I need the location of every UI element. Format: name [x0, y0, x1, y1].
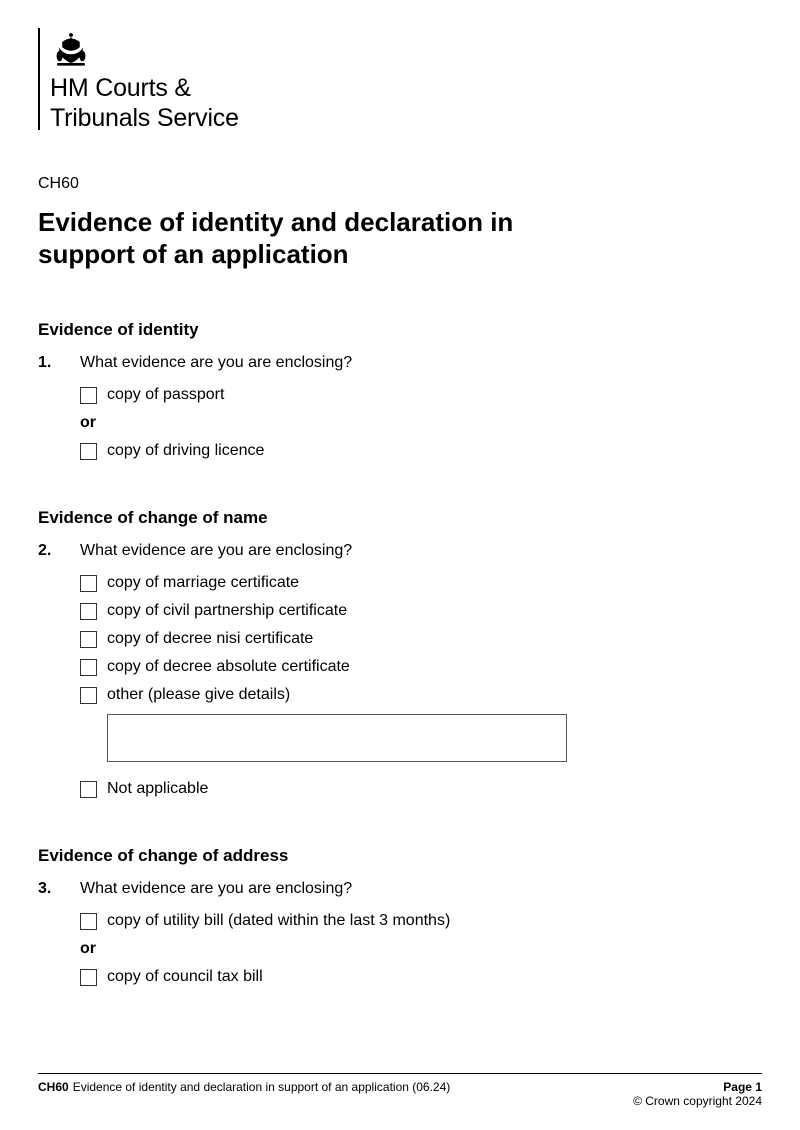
label-passport: copy of passport	[107, 386, 224, 404]
label-driving-licence: copy of driving licence	[107, 442, 264, 460]
label-not-applicable: Not applicable	[107, 780, 208, 798]
checkbox-decree-absolute-cert[interactable]	[80, 659, 97, 676]
question-text-3: What evidence are you are enclosing?	[80, 880, 352, 898]
or-separator-1: or	[80, 414, 762, 432]
other-details-input[interactable]	[107, 714, 567, 762]
checkbox-not-applicable[interactable]	[80, 781, 97, 798]
checkbox-passport[interactable]	[80, 387, 97, 404]
label-decree-absolute-cert: copy of decree absolute certificate	[107, 658, 350, 676]
checkbox-other[interactable]	[80, 687, 97, 704]
or-separator-3: or	[80, 940, 762, 958]
section-heading-identity: Evidence of identity	[38, 320, 762, 340]
question-text-2: What evidence are you are enclosing?	[80, 542, 352, 560]
question-text-1: What evidence are you are enclosing?	[80, 354, 352, 372]
label-council-tax-bill: copy of council tax bill	[107, 968, 263, 986]
footer-form-code: CH60	[38, 1080, 69, 1108]
page-footer: CH60 Evidence of identity and declaratio…	[38, 1073, 762, 1108]
checkbox-council-tax-bill[interactable]	[80, 969, 97, 986]
page-title: Evidence of identity and declaration in …	[38, 207, 598, 270]
royal-crest-icon	[50, 28, 92, 70]
label-civil-partnership-cert: copy of civil partnership certificate	[107, 602, 347, 620]
org-logo-header: HM Courts & Tribunals Service	[38, 28, 762, 133]
org-name-line1: HM Courts &	[50, 74, 239, 104]
checkbox-civil-partnership-cert[interactable]	[80, 603, 97, 620]
checkbox-utility-bill[interactable]	[80, 913, 97, 930]
logo-vertical-bar	[38, 28, 40, 130]
checkbox-driving-licence[interactable]	[80, 443, 97, 460]
section-heading-address-change: Evidence of change of address	[38, 846, 762, 866]
label-decree-nisi-cert: copy of decree nisi certificate	[107, 630, 313, 648]
question-number-2: 2.	[38, 542, 80, 560]
footer-page-number: Page 1	[633, 1080, 762, 1094]
form-code: CH60	[38, 175, 762, 193]
question-number-1: 1.	[38, 354, 80, 372]
checkbox-decree-nisi-cert[interactable]	[80, 631, 97, 648]
section-heading-name-change: Evidence of change of name	[38, 508, 762, 528]
label-other: other (please give details)	[107, 686, 290, 704]
footer-description: Evidence of identity and declaration in …	[73, 1080, 451, 1108]
label-utility-bill: copy of utility bill (dated within the l…	[107, 912, 450, 930]
checkbox-marriage-cert[interactable]	[80, 575, 97, 592]
org-name-line2: Tribunals Service	[50, 104, 239, 134]
label-marriage-cert: copy of marriage certificate	[107, 574, 299, 592]
question-number-3: 3.	[38, 880, 80, 898]
footer-copyright: © Crown copyright 2024	[633, 1094, 762, 1108]
